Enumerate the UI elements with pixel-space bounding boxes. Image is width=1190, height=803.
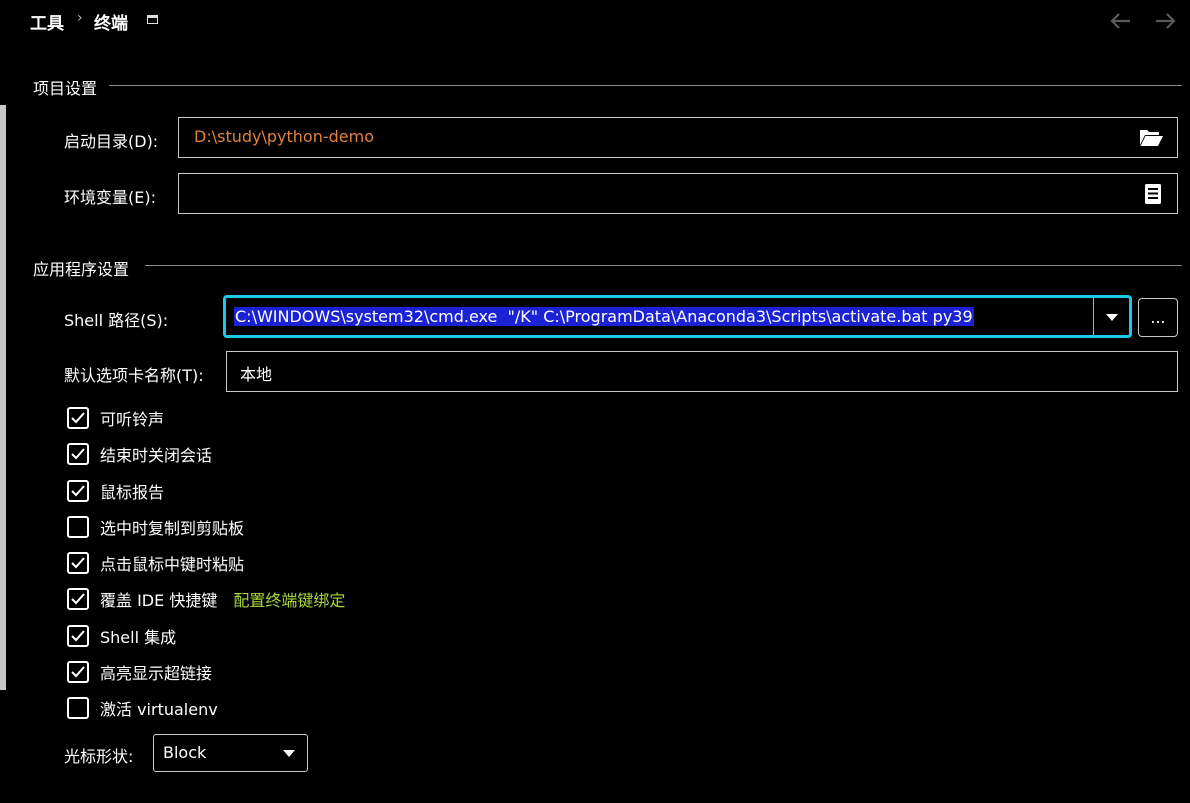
checkbox[interactable] <box>67 480 89 502</box>
shell-path-label: Shell 路径(S): <box>64 311 169 330</box>
breadcrumb-separator: › <box>77 10 83 26</box>
checkbox[interactable] <box>67 625 89 647</box>
breadcrumb-terminal: 终端 <box>94 14 128 34</box>
start-dir-value[interactable]: D:\study\python-demo <box>194 127 374 146</box>
configure-keybindings-link[interactable]: 配置终端键绑定 <box>233 587 345 611</box>
checkbox-row-override-ide-shortcuts[interactable]: 覆盖 IDE 快捷键 配置终端键绑定 <box>67 587 345 611</box>
start-dir-label: 启动目录(D): <box>64 132 159 151</box>
tab-name-value[interactable]: 本地 <box>240 361 272 385</box>
shell-path-value[interactable]: C:\WINDOWS\system32\cmd.exe "/K" C:\Prog… <box>234 307 974 326</box>
cursor-shape-label: 光标形状: <box>64 747 134 766</box>
checkbox[interactable] <box>67 516 89 538</box>
tab-name-field[interactable]: 本地 <box>226 351 1178 392</box>
checkbox-row-activate-virtualenv[interactable]: 激活 virtualenv <box>67 696 218 720</box>
section-divider <box>145 265 1182 266</box>
checkbox-row-audible-bell[interactable]: 可听铃声 <box>67 406 164 430</box>
env-label: 环境变量(E): <box>64 188 156 207</box>
section-title-project: 项目设置 <box>33 79 98 98</box>
breadcrumb-tools[interactable]: 工具 <box>30 9 64 34</box>
scroll-indicator <box>0 105 6 690</box>
checkbox-label: 覆盖 IDE 快捷键 <box>100 591 218 610</box>
env-field[interactable] <box>178 173 1178 214</box>
checkbox[interactable] <box>67 588 89 610</box>
checkbox-row-middle-click-paste[interactable]: 点击鼠标中键时粘贴 <box>67 551 244 575</box>
checkbox-row-close-on-exit[interactable]: 结束时关闭会话 <box>67 442 212 466</box>
checkbox-label: 鼠标报告 <box>100 483 165 502</box>
checkbox[interactable] <box>67 407 89 429</box>
chevron-down-icon[interactable] <box>283 750 295 757</box>
start-dir-field[interactable]: D:\study\python-demo <box>178 117 1178 158</box>
checkbox-label: 点击鼠标中键时粘贴 <box>100 555 245 574</box>
cursor-shape-value[interactable]: Block <box>163 743 206 762</box>
shell-path-combobox[interactable]: C:\WINDOWS\system32\cmd.exe "/K" C:\Prog… <box>223 295 1132 338</box>
checkbox-row-mouse-reporting[interactable]: 鼠标报告 <box>67 479 164 503</box>
section-divider <box>109 85 1182 86</box>
checkbox-label: Shell 集成 <box>100 628 177 647</box>
checkbox-label: 选中时复制到剪贴板 <box>100 519 245 538</box>
checkbox[interactable] <box>67 697 89 719</box>
document-icon[interactable] <box>1144 183 1162 205</box>
checkbox-row-copy-on-select[interactable]: 选中时复制到剪贴板 <box>67 515 244 539</box>
section-title-app: 应用程序设置 <box>33 260 130 279</box>
checkbox-row-highlight-hyperlinks[interactable]: 高亮显示超链接 <box>67 660 212 684</box>
checkbox-label: 高亮显示超链接 <box>100 664 213 683</box>
checkbox-row-shell-integration[interactable]: Shell 集成 <box>67 624 176 648</box>
combo-divider <box>1093 298 1094 335</box>
checkbox[interactable] <box>67 552 89 574</box>
cursor-shape-select[interactable]: Block <box>153 734 308 772</box>
checkbox[interactable] <box>67 443 89 465</box>
checkbox-label: 激活 virtualenv <box>100 700 218 719</box>
folder-open-icon[interactable] <box>1139 127 1164 148</box>
forward-arrow-icon[interactable] <box>1152 8 1178 34</box>
tab-name-label: 默认选项卡名称(T): <box>64 366 204 385</box>
checkbox-label: 可听铃声 <box>100 410 165 429</box>
back-arrow-icon[interactable] <box>1108 8 1134 34</box>
browse-shell-button[interactable]: ... <box>1138 298 1178 337</box>
chevron-down-icon[interactable] <box>1106 314 1118 321</box>
checkbox-label: 结束时关闭会话 <box>100 446 213 465</box>
window-icon[interactable] <box>147 15 158 24</box>
checkbox[interactable] <box>67 661 89 683</box>
